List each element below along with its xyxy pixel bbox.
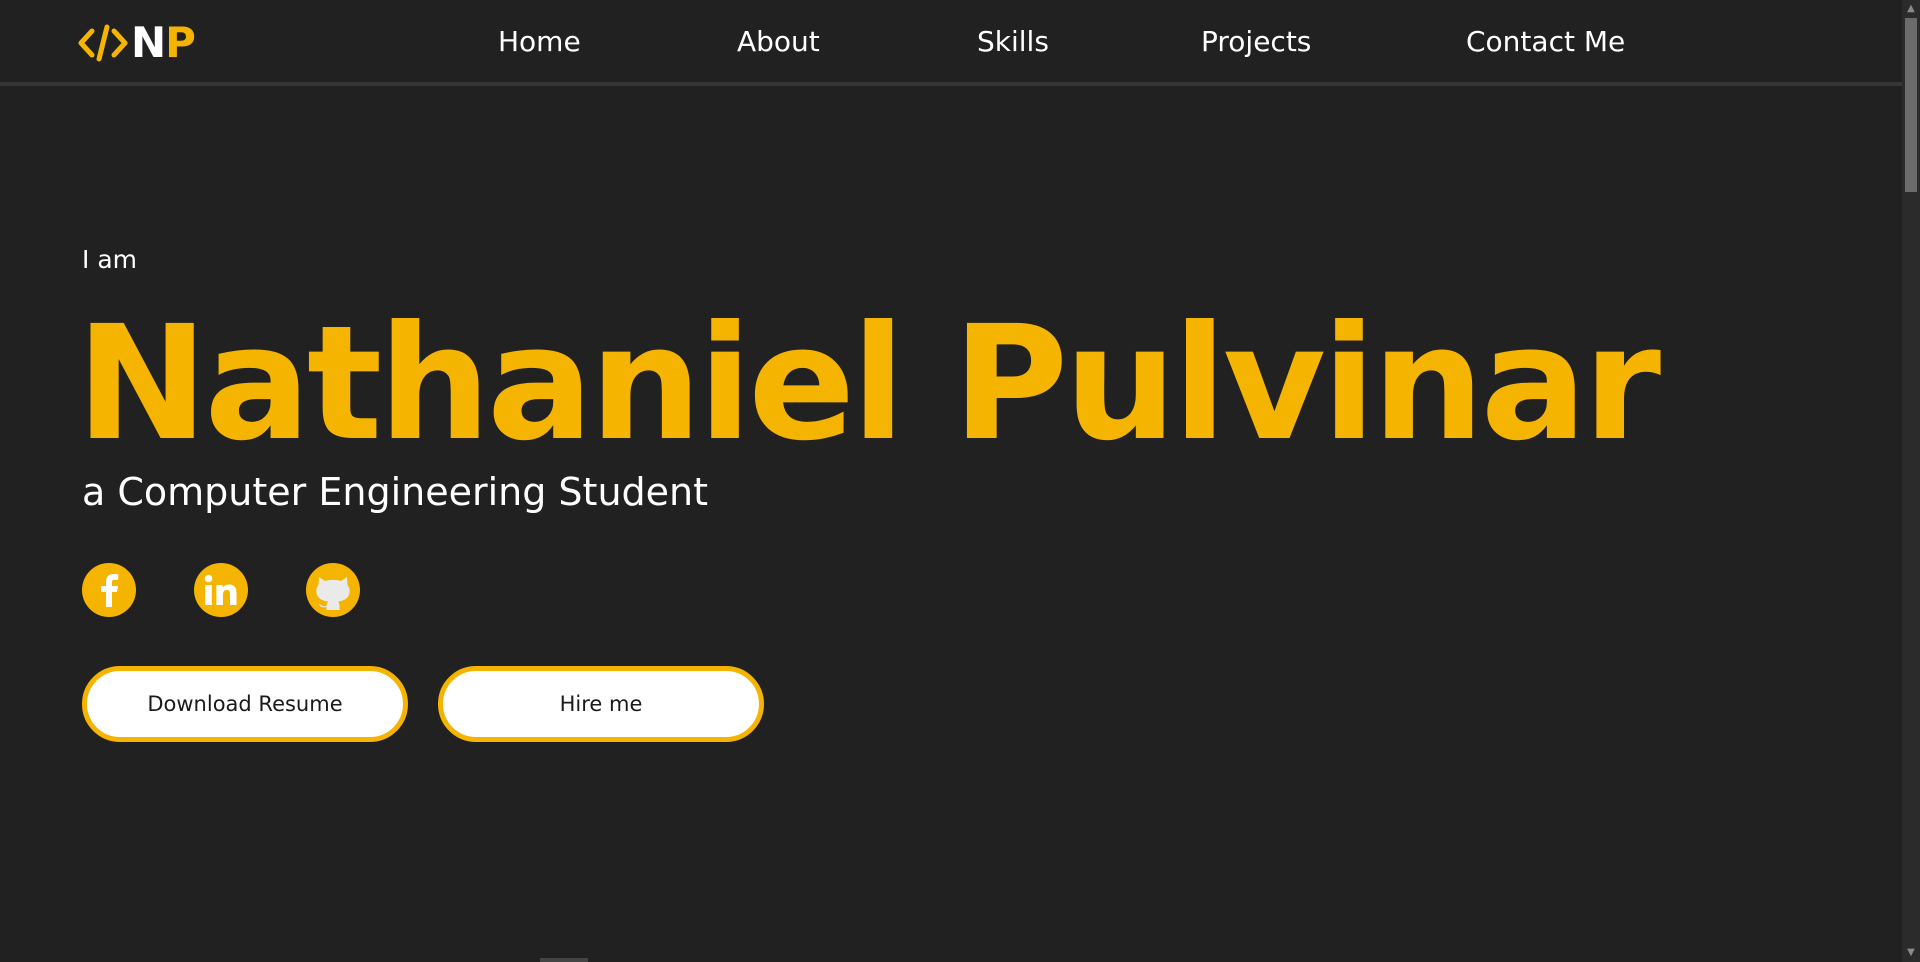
linkedin-link[interactable] xyxy=(194,563,248,617)
nav-link-skills[interactable]: Skills xyxy=(977,24,1049,60)
scroll-up-arrow-icon[interactable]: ▲ xyxy=(1902,0,1920,18)
hero-name: Nathaniel Pulvinar xyxy=(76,292,1661,476)
page-scrollbar[interactable]: ▲ ▼ xyxy=(1902,0,1920,962)
github-link[interactable] xyxy=(306,563,360,617)
linkedin-icon xyxy=(204,574,238,606)
logo-initial-n: N xyxy=(131,18,166,67)
github-icon xyxy=(313,570,353,610)
hero-intro: I am xyxy=(82,245,137,274)
bottom-edge-mark xyxy=(540,958,588,962)
hero-role: a Computer Engineering Student xyxy=(82,470,709,514)
nav-link-about[interactable]: About xyxy=(737,24,820,60)
facebook-link[interactable] xyxy=(82,563,136,617)
site-logo[interactable]: NP xyxy=(77,18,196,68)
facebook-icon xyxy=(98,573,120,607)
download-resume-button[interactable]: Download Resume xyxy=(82,666,408,742)
top-navbar: NP Home About Skills Projects Contact Me xyxy=(0,0,1902,86)
nav-link-home[interactable]: Home xyxy=(498,24,581,60)
code-brackets-icon xyxy=(77,21,129,65)
nav-link-contact[interactable]: Contact Me xyxy=(1466,24,1625,60)
page: NP Home About Skills Projects Contact Me… xyxy=(0,0,1920,962)
scroll-down-arrow-icon[interactable]: ▼ xyxy=(1902,944,1920,962)
logo-initial-p: P xyxy=(165,18,196,67)
scrollbar-thumb[interactable] xyxy=(1905,18,1917,192)
hire-me-button[interactable]: Hire me xyxy=(438,666,764,742)
nav-link-projects[interactable]: Projects xyxy=(1201,24,1311,60)
